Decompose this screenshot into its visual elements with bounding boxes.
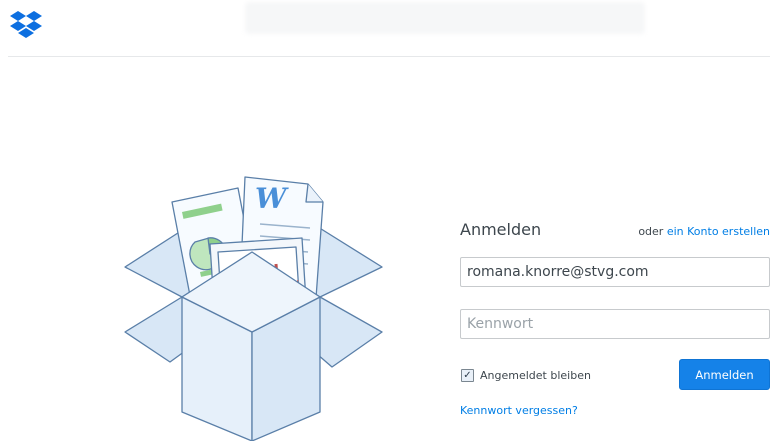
create-account-prefix: oder <box>638 225 664 238</box>
create-account-prompt: oder ein Konto erstellen <box>638 225 770 238</box>
login-title: Anmelden <box>460 220 542 239</box>
remember-me-checkbox[interactable]: ✓ <box>461 369 474 382</box>
dropbox-logo-icon[interactable] <box>10 10 42 38</box>
login-button[interactable]: Anmelden <box>679 359 770 390</box>
remember-me-label: Angemeldet bleiben <box>480 369 591 382</box>
open-box-with-documents-illustration: W <box>124 176 383 441</box>
email-field[interactable] <box>460 257 770 287</box>
password-field[interactable] <box>460 309 770 339</box>
forgot-password-link[interactable]: Kennwort vergessen? <box>460 404 578 417</box>
remember-me[interactable]: ✓ Angemeldet bleiben <box>461 369 591 382</box>
top-bar-placeholder <box>245 2 645 34</box>
word-document-letter: W <box>255 182 289 215</box>
header-divider <box>8 56 770 57</box>
create-account-link[interactable]: ein Konto erstellen <box>667 225 770 238</box>
